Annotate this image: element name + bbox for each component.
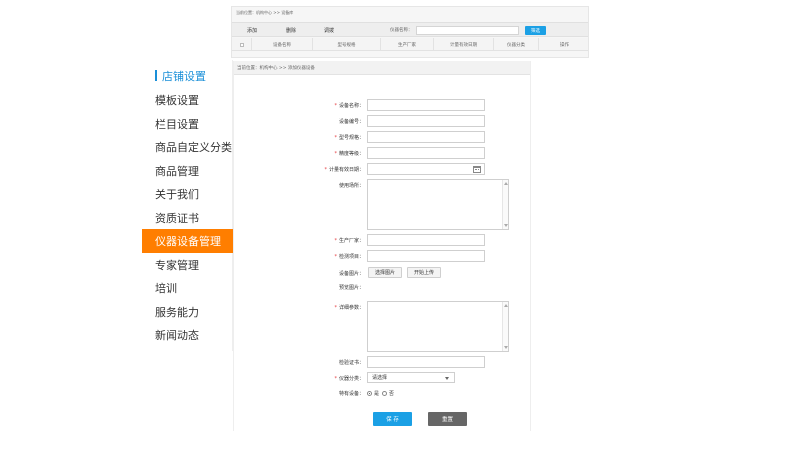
column-header[interactable]: 生产厂家: [381, 38, 434, 51]
calendar-icon[interactable]: [473, 166, 481, 173]
special-radio-group: 是 否: [367, 390, 394, 397]
required-mark: *: [334, 376, 337, 382]
save-button[interactable]: 保 存: [373, 412, 412, 426]
list-breadcrumb: 当前位置：机构中心 >> 设备库: [236, 10, 294, 15]
add-device-form: 当前位置：机构中心 >> 添加仪器设备 * 设备名称： 设备编号： * 型号规格： …: [233, 61, 531, 431]
certificate-input[interactable]: [367, 356, 485, 368]
required-mark: *: [334, 305, 337, 311]
sidebar-item-capability[interactable]: 服务能力: [142, 300, 233, 324]
sidebar-title: 店铺设置: [155, 68, 206, 83]
required-mark: *: [334, 238, 337, 244]
photo-label: 设备图片：: [338, 271, 364, 277]
location-scrollbar[interactable]: [502, 180, 508, 229]
special-yes-radio[interactable]: [367, 391, 372, 396]
accuracy-label: * 精度等级：: [334, 150, 364, 157]
model-label: * 型号规格：: [334, 134, 364, 141]
category-label: * 仪器分类：: [334, 375, 364, 382]
sidebar-item-custom-category[interactable]: 商品自定义分类: [142, 135, 233, 159]
required-mark: *: [324, 167, 327, 173]
column-header[interactable]: 操作: [539, 38, 590, 51]
sidebar-item-certificates[interactable]: 资质证书: [142, 206, 233, 230]
shop-settings-sidebar: 店铺设置 模板设置 栏目设置 商品自定义分类 商品管理 关于我们 资质证书 仪器…: [130, 60, 233, 351]
manufacturer-label: * 生产厂家：: [334, 237, 364, 244]
category-select[interactable]: 请选择: [367, 372, 455, 383]
select-all-checkbox[interactable]: [239, 42, 244, 47]
search-input[interactable]: [416, 26, 519, 35]
choose-image-button[interactable]: 选择图片: [368, 267, 402, 278]
model-label-text: 型号规格：: [338, 135, 364, 141]
name-input[interactable]: [367, 99, 485, 111]
location-textarea[interactable]: [367, 179, 509, 230]
add-button[interactable]: 添加: [247, 27, 257, 34]
sidebar-title-text: 店铺设置: [162, 69, 206, 83]
valid-date-label: * 计量有效日期：: [324, 166, 364, 173]
column-header[interactable]: 仪器分类: [494, 38, 539, 51]
certificate-label: 检验证书：: [338, 360, 364, 366]
transfer-button[interactable]: 调拨: [324, 27, 334, 34]
start-upload-button[interactable]: 开始上传: [407, 267, 441, 278]
scroll-up-icon[interactable]: [504, 304, 508, 307]
title-accent-bar: [155, 70, 157, 81]
special-no-label: 否: [389, 391, 395, 397]
category-selected-value: 请选择: [372, 375, 388, 381]
scroll-up-icon[interactable]: [504, 182, 508, 185]
special-no-radio[interactable]: [382, 391, 388, 396]
select-all-cell: [232, 38, 252, 51]
device-list-window: 当前位置：机构中心 >> 设备库 添加 删除 调拨 仪器名称： 筛选 设备名称 …: [231, 6, 589, 58]
scroll-down-icon[interactable]: [504, 346, 508, 349]
location-label: 使用场所：: [338, 183, 364, 189]
test-item-label-text: 检测项目：: [338, 254, 364, 260]
manufacturer-input[interactable]: [367, 234, 485, 246]
preview-label: 预览图片：: [338, 285, 364, 291]
category-label-text: 仪器分类：: [338, 376, 364, 382]
params-scrollbar[interactable]: [502, 302, 508, 351]
sidebar-item-news[interactable]: 新闻动态: [142, 323, 233, 347]
chevron-down-icon: [445, 377, 449, 380]
table-header: 设备名称 型号规格 生产厂家 计量有效日期 仪器分类 操作: [232, 38, 588, 51]
sidebar-item-products[interactable]: 商品管理: [142, 159, 233, 183]
test-item-input[interactable]: [367, 250, 485, 262]
list-toolbar: 添加 删除 调拨 仪器名称： 筛选: [232, 22, 588, 37]
required-mark: *: [334, 135, 337, 141]
scroll-down-icon[interactable]: [504, 224, 508, 227]
test-item-label: * 检测项目：: [334, 253, 364, 260]
valid-date-label-text: 计量有效日期：: [328, 167, 364, 173]
form-breadcrumb: 当前位置：机构中心 >> 添加仪器设备: [234, 61, 530, 75]
special-yes-label: 是: [374, 391, 380, 397]
required-mark: *: [334, 103, 337, 109]
column-header[interactable]: 计量有效日期: [434, 38, 494, 51]
params-label-text: 详细参数：: [338, 305, 364, 311]
number-input[interactable]: [367, 115, 485, 127]
required-mark: *: [334, 151, 337, 157]
name-label: * 设备名称：: [334, 102, 364, 109]
number-label: 设备编号：: [338, 119, 364, 125]
column-header[interactable]: 型号规格: [313, 38, 381, 51]
manufacturer-label-text: 生产厂家：: [338, 238, 364, 244]
name-label-text: 设备名称：: [338, 103, 364, 109]
sidebar-item-instruments[interactable]: 仪器设备管理: [142, 229, 233, 253]
search-label: 仪器名称：: [390, 28, 413, 33]
special-label: 特有设备：: [338, 391, 364, 397]
reset-button[interactable]: 重置: [428, 412, 467, 426]
required-mark: *: [334, 254, 337, 260]
filter-button[interactable]: 筛选: [525, 26, 546, 35]
accuracy-label-text: 精度等级：: [338, 151, 364, 157]
params-textarea[interactable]: [367, 301, 509, 352]
model-input[interactable]: [367, 131, 485, 143]
params-label: * 详细参数：: [334, 304, 364, 311]
sidebar-item-about[interactable]: 关于我们: [142, 182, 233, 206]
accuracy-input[interactable]: [367, 147, 485, 159]
sidebar-item-training[interactable]: 培训: [142, 276, 233, 300]
sidebar-item-template[interactable]: 模板设置: [142, 88, 233, 112]
column-header[interactable]: 设备名称: [252, 38, 313, 51]
valid-date-input[interactable]: [367, 163, 485, 175]
sidebar-item-experts[interactable]: 专家管理: [142, 253, 233, 277]
delete-button[interactable]: 删除: [286, 27, 296, 34]
sidebar-item-columns[interactable]: 栏目设置: [142, 112, 233, 136]
